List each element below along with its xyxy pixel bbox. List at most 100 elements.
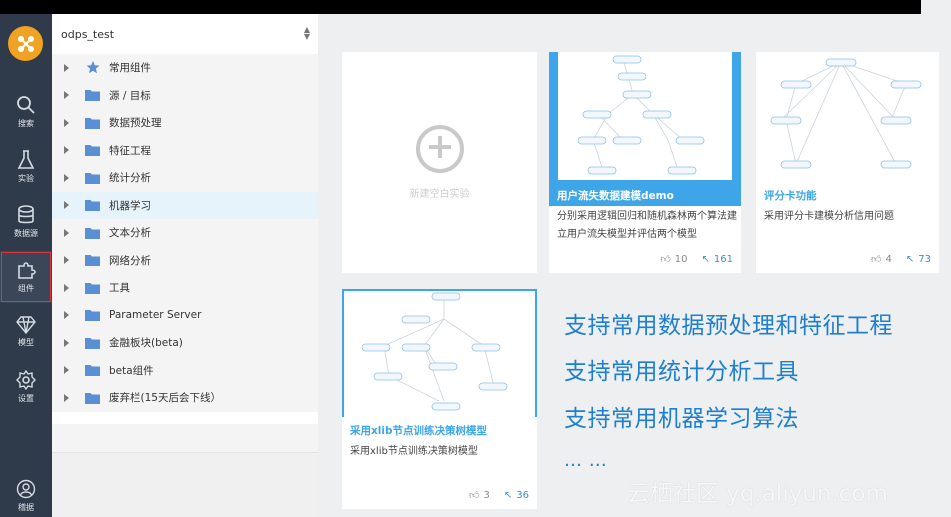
tree-item[interactable]: 源 / 目标	[52, 81, 318, 109]
nav-item-model[interactable]: 模型	[0, 306, 52, 358]
tree-item-label: beta组件	[109, 364, 154, 377]
expand-caret-icon[interactable]	[64, 146, 69, 155]
folder-icon	[85, 89, 100, 102]
nav-item-label: 设置	[18, 394, 34, 403]
flask-icon	[17, 150, 35, 169]
card-title[interactable]: 评分卡功能	[764, 188, 817, 203]
folder-icon	[85, 226, 100, 239]
like-count: 3	[483, 489, 490, 501]
card-title[interactable]: 采用xlib节点训练决策树模型	[350, 423, 487, 438]
new-experiment-card[interactable]: 新建空白实验	[342, 52, 537, 273]
top-bar-tail	[921, 0, 951, 14]
tree-item-label: 文本分析	[109, 227, 151, 240]
tree-item[interactable]: 常用组件	[52, 54, 318, 82]
puzzle-icon	[18, 262, 36, 279]
feature-line: 支持常用数据预处理和特征工程	[564, 313, 893, 339]
project-selector[interactable]: odps_test ▲ ▼	[52, 14, 318, 54]
nav-item-datasource[interactable]: 数据源	[0, 196, 52, 248]
nav-item-experiment[interactable]: 实验	[0, 141, 52, 193]
workflow-thumbnail	[549, 52, 741, 180]
click-count: 161	[713, 253, 733, 265]
folder-icon	[85, 199, 100, 212]
tree-item[interactable]: 数据预处理	[52, 109, 318, 137]
tree-item-label: 常用组件	[109, 62, 151, 75]
card-title[interactable]: 用户流失数据建模demo	[557, 188, 674, 203]
tree-item-label: 源 / 目标	[109, 89, 151, 102]
card-description: 分别采用逻辑回归和随机森林两个算法建立用户流失模型并评估两个模型	[557, 211, 737, 240]
feature-ellipsis: … …	[564, 450, 608, 471]
expand-caret-icon[interactable]	[64, 201, 69, 210]
tree-item[interactable]: 废弃栏(15天后会下线）	[52, 384, 318, 412]
expand-caret-icon[interactable]	[64, 338, 69, 347]
folder-icon	[85, 116, 100, 129]
nav-item-label: 组件	[18, 284, 34, 293]
tree-item[interactable]: 特征工程	[52, 136, 318, 164]
expand-caret-icon[interactable]	[64, 283, 69, 292]
tree-item[interactable]: beta组件	[52, 356, 318, 384]
expand-caret-icon[interactable]	[64, 256, 69, 265]
thumbs-up-icon[interactable]: 👍︎	[469, 489, 479, 501]
nav-item-label: 稽据	[18, 503, 34, 512]
search-icon	[17, 96, 35, 114]
tree-item[interactable]: 机器学习	[52, 191, 318, 219]
thumbs-up-icon[interactable]: 👍︎	[660, 253, 670, 265]
click-icon: ↖	[701, 253, 710, 265]
feature-line: 支持常用统计分析工具	[564, 359, 799, 385]
project-name: odps_test	[61, 27, 115, 41]
tree-item[interactable]: 工具	[52, 274, 318, 302]
template-card[interactable]: 评分卡功能 采用评分卡建模分析信用问题 👍︎ 4 ↖ 73	[756, 52, 939, 273]
nav-item-label: 实验	[18, 174, 34, 183]
click-count: 73	[918, 253, 931, 265]
folder-icon	[85, 364, 100, 377]
tree-item[interactable]: Parameter Server	[52, 301, 318, 329]
nav-item-components[interactable]: 组件	[0, 251, 52, 303]
watermark: 云栖社区 yq.aliyun.com	[627, 481, 888, 507]
card-stats: 👍︎ 3 ↖ 36	[469, 489, 529, 502]
tree-item-label: 工具	[109, 282, 130, 295]
workflow-graph-icon	[361, 292, 508, 411]
expand-caret-icon[interactable]	[64, 118, 69, 127]
tree-item[interactable]: 文本分析	[52, 219, 318, 247]
like-count: 4	[885, 253, 892, 265]
tree-item[interactable]: 统计分析	[52, 164, 318, 192]
tree-item-label: 统计分析	[109, 172, 151, 185]
expand-caret-icon[interactable]	[64, 91, 69, 100]
card-description: 采用xlib节点训练决策树模型	[350, 446, 478, 457]
folder-icon	[85, 391, 100, 404]
gear-icon	[16, 370, 36, 390]
nav-item-search[interactable]: 搜索	[0, 86, 52, 138]
expand-caret-icon[interactable]	[64, 63, 69, 72]
expand-caret-icon[interactable]	[64, 366, 69, 375]
user-icon	[16, 479, 36, 499]
folder-icon	[85, 254, 100, 267]
workflow-graph-icon	[577, 55, 705, 175]
expand-caret-icon[interactable]	[64, 173, 69, 182]
expand-caret-icon[interactable]	[64, 311, 69, 320]
click-icon: ↖	[905, 253, 915, 265]
folder-icon	[85, 144, 100, 157]
tree-item[interactable]: 网络分析	[52, 246, 318, 274]
template-card[interactable]: 采用xlib节点训练决策树模型 采用xlib节点训练决策树模型 👍︎ 3 ↖ 3…	[342, 289, 537, 509]
expand-caret-icon[interactable]	[64, 393, 69, 402]
left-nav: 搜索 实验 数据源 组件 模型 设置 稽据	[0, 14, 52, 517]
tree-item[interactable]: 金融板块(beta)	[52, 329, 318, 357]
thumbs-up-icon[interactable]: 👍︎	[871, 253, 881, 265]
nav-item-user[interactable]: 稽据	[0, 470, 52, 517]
workflow-thumbnail	[342, 289, 537, 417]
tree-item-label: 废弃栏(15天后会下线）	[109, 392, 221, 405]
top-bar	[0, 0, 951, 14]
sort-icon[interactable]: ▲ ▼	[304, 26, 310, 41]
star-icon	[85, 61, 100, 74]
app-logo[interactable]	[8, 26, 43, 61]
template-card[interactable]: 用户流失数据建模demo 分别采用逻辑回归和随机森林两个算法建立用户流失模型并评…	[549, 52, 741, 273]
component-tree: odps_test ▲ ▼ 常用组件源 / 目标 数据预处理特征工程统计分析机器学习…	[52, 14, 318, 517]
expand-caret-icon[interactable]	[64, 228, 69, 237]
diamond-icon	[16, 316, 36, 334]
folder-icon	[85, 336, 100, 349]
tree-item-label: 数据预处理	[109, 117, 162, 130]
nav-item-settings[interactable]: 设置	[0, 361, 52, 413]
tree-item-label: Parameter Server	[109, 309, 202, 322]
card-stats: 👍︎ 4 ↖ 73	[871, 253, 931, 266]
nav-item-label: 搜索	[18, 119, 34, 128]
card-description: 采用评分卡建模分析信用问题	[764, 211, 894, 222]
